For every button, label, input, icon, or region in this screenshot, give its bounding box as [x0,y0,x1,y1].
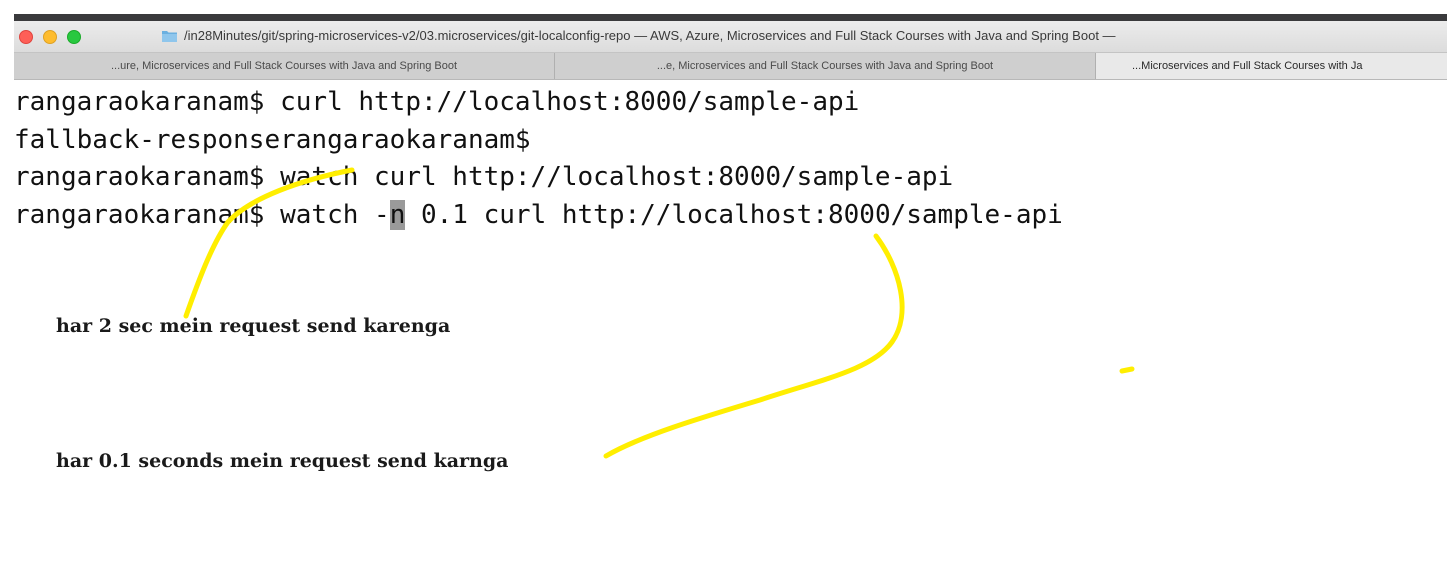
folder-icon [162,31,177,42]
tab-1[interactable]: ...ure, Microservices and Full Stack Cou… [14,53,555,79]
annotation-note-1: har 2 sec mein request send karenga [56,315,451,337]
terminal-line-3: rangaraokaranam$ watch curl http://local… [14,162,954,192]
highlighter-stroke-2 [603,233,905,459]
highlighter-dot [1119,366,1135,374]
terminal-output[interactable]: rangaraokaranam$ curl http://localhost:8… [14,84,1447,234]
terminal-window: /in28Minutes/git/spring-microservices-v2… [0,0,1447,566]
maximize-window-button[interactable] [67,30,81,44]
text-cursor: n [389,199,406,230]
terminal-line-2: fallback-responserangaraokaranam$ [14,124,531,155]
window-title: /in28Minutes/git/spring-microservices-v2… [184,28,1116,43]
tab-bar: ...ure, Microservices and Full Stack Cou… [14,53,1447,80]
terminal-line-1: rangaraokaranam$ curl http://localhost:8… [14,87,860,117]
tab-2[interactable]: ...e, Microservices and Full Stack Cours… [555,53,1096,79]
command-suffix: 0.1 curl http://localhost:8000/sample-ap… [405,199,1063,230]
minimize-window-button[interactable] [43,30,57,44]
annotation-note-2: har 0.1 seconds mein request send karnga [56,450,509,472]
window-top-edge [14,14,1447,21]
close-window-button[interactable] [19,30,33,44]
terminal-line-4: rangaraokaranam$ watch -n 0.1 curl http:… [14,197,1447,235]
command-prefix: rangaraokaranam$ watch - [14,199,390,230]
title-bar[interactable]: /in28Minutes/git/spring-microservices-v2… [14,21,1447,53]
tab-3-active[interactable]: ...Microservices and Full Stack Courses … [1096,53,1447,79]
